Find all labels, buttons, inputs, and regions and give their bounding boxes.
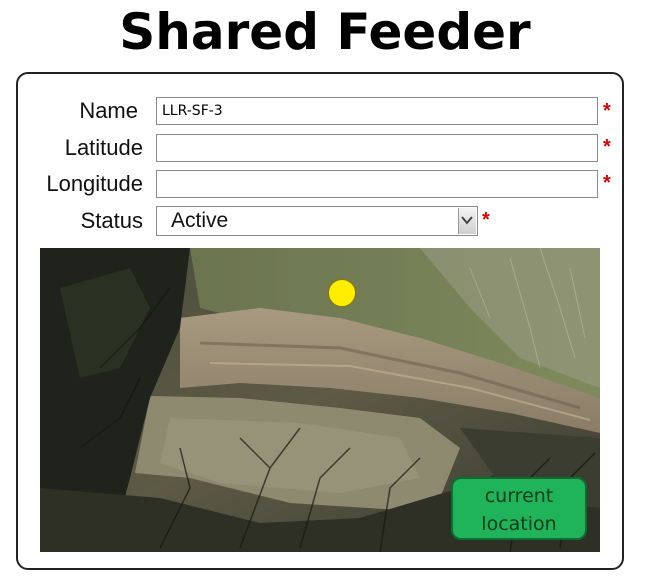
status-required-mark: * [482,209,490,231]
current-location-button[interactable]: current location [451,477,587,540]
status-select[interactable]: Active [156,206,478,236]
chevron-down-icon [461,216,473,225]
longitude-input[interactable] [156,170,598,198]
status-label: Status [80,208,143,233]
current-location-line2: location [481,513,557,535]
latitude-label: Latitude [64,135,143,160]
name-label: Name [79,98,138,123]
longitude-label: Longitude [46,171,143,196]
longitude-required-mark: * [603,172,611,194]
current-location-line1: current [484,485,554,507]
dropdown-arrow-button[interactable] [458,208,476,234]
latitude-required-mark: * [603,136,611,158]
page-title: Shared Feeder [119,3,531,61]
status-selected-value: Active [171,209,229,232]
latitude-input[interactable] [156,134,598,162]
name-required-mark: * [603,100,611,122]
location-marker[interactable] [328,279,356,307]
name-input[interactable] [156,97,598,125]
